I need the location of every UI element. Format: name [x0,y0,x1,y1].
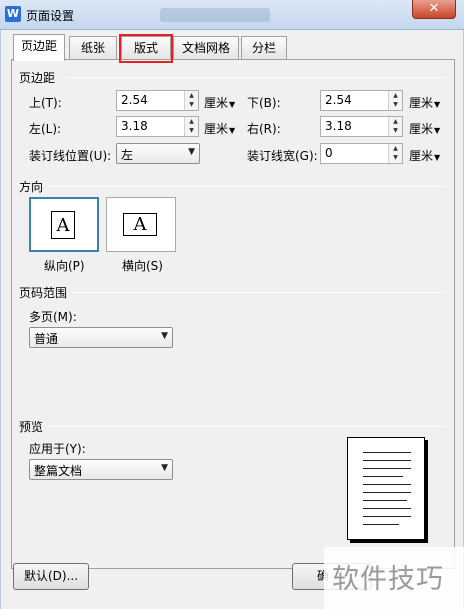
bottom-margin-label: 下(B): [247,96,281,110]
tab-margins[interactable]: 页边距 [13,34,65,61]
landscape-page-icon: A [123,213,157,236]
right-unit-label: 厘米 [409,122,434,136]
preview-text-line [363,516,411,517]
chevron-down-icon: ▼ [229,126,236,135]
window-title: 页面设置 [26,9,75,23]
chevron-down-icon: ▼ [188,147,195,157]
preview-group-divider [48,426,444,427]
chevron-down-icon: ▼ [434,153,441,162]
landscape-label: 横向(S) [122,259,163,273]
gutter-width-spinner[interactable]: 0 ▲ ▼ [320,143,403,164]
page-range-group-title: 页码范围 [19,286,68,300]
preview-text-line [363,452,411,453]
multiple-pages-label: 多页(M): [29,310,77,324]
right-margin-value: 3.18 [325,119,352,133]
bottom-margin-unit[interactable]: 厘米▼ [409,94,440,111]
portrait-option[interactable]: A [29,197,99,252]
right-margin-spinner[interactable]: 3.18 ▲ ▼ [320,116,403,137]
left-margin-unit[interactable]: 厘米▼ [204,120,235,137]
preview-text-line [363,500,407,501]
preview-text-line [363,492,411,493]
tab-paper[interactable]: 纸张 [69,36,117,60]
chevron-down-icon: ▼ [229,100,236,109]
gutter-position-label: 装订线位置(U): [29,149,112,163]
top-margin-spinner[interactable]: 2.54 ▲ ▼ [116,90,199,111]
close-button[interactable]: ✕ [412,0,456,19]
gutter-position-value: 左 [121,148,134,162]
gutter-width-value: 0 [325,146,333,160]
chevron-down-icon: ▼ [161,331,168,341]
bottom-unit-label: 厘米 [409,96,434,110]
watermark-text: 软件技巧 [332,564,444,595]
gutter-width-spin-arrows[interactable]: ▲ ▼ [388,144,402,163]
tab-columns[interactable]: 分栏 [241,36,287,60]
default-button[interactable]: 默认(D)... [13,563,89,590]
right-margin-spin-arrows[interactable]: ▲ ▼ [388,117,402,136]
top-margin-unit[interactable]: 厘米▼ [204,94,235,111]
landscape-option[interactable]: A [106,197,176,252]
orientation-group-title: 方向 [19,180,44,194]
preview-text-line [363,476,403,477]
top-unit-label: 厘米 [204,96,229,110]
top-margin-spin-arrows[interactable]: ▲ ▼ [184,91,198,110]
page-range-group-divider [72,292,444,293]
watermark-overlay: 软件技巧 [324,547,464,609]
preview-text-line [363,524,399,525]
apply-to-select[interactable]: 整篇文档 ▼ [29,459,173,480]
chevron-down-icon: ▼ [434,100,441,109]
right-margin-unit[interactable]: 厘米▼ [409,120,440,137]
bottom-margin-spinner[interactable]: 2.54 ▲ ▼ [320,90,403,111]
gutter-position-select[interactable]: 左 ▼ [116,143,200,164]
bottom-margin-spin-arrows[interactable]: ▲ ▼ [388,91,402,110]
left-margin-spinner[interactable]: 3.18 ▲ ▼ [116,116,199,137]
gutter-width-label: 装订线宽(G): [247,149,318,163]
preview-text-line [363,484,411,485]
tab-layout[interactable]: 版式 [121,36,171,60]
preview-text-line [363,508,411,509]
left-unit-label: 厘米 [204,122,229,136]
title-bar: W 页面设置 ✕ [0,0,464,30]
orientation-group-divider [48,186,444,187]
gutter-unit-label: 厘米 [409,149,434,163]
top-margin-label: 上(T): [29,96,62,110]
tab-document-grid[interactable]: 文档网格 [173,36,239,60]
margins-group-divider [68,77,444,78]
multiple-pages-value: 普通 [34,332,59,346]
portrait-label: 纵向(P) [44,259,85,273]
chevron-down-icon: ▼ [434,126,441,135]
portrait-page-icon: A [51,211,75,239]
multiple-pages-select[interactable]: 普通 ▼ [29,327,173,348]
preview-group-title: 预览 [19,420,44,434]
right-margin-label: 右(R): [247,122,281,136]
chevron-down-icon: ▼ [161,463,168,473]
preview-page-thumbnail [347,437,425,540]
preview-text-line [363,460,411,461]
margins-group-title: 页边距 [19,71,56,85]
left-margin-label: 左(L): [29,122,62,136]
bottom-margin-value: 2.54 [325,93,352,107]
apply-to-label: 应用于(Y): [29,442,86,456]
blurred-title-area [160,8,270,22]
left-margin-spin-arrows[interactable]: ▲ ▼ [184,117,198,136]
preview-text-line [363,468,411,469]
apply-to-value: 整篇文档 [34,464,83,478]
top-margin-value: 2.54 [121,93,148,107]
wps-app-icon: W [5,6,21,22]
left-margin-value: 3.18 [121,119,148,133]
page-setup-dialog: 页边距 纸张 版式 文档网格 分栏 页边距 上(T): 2.54 ▲ ▼ 厘米▼ … [0,30,464,609]
gutter-width-unit[interactable]: 厘米▼ [409,147,440,164]
